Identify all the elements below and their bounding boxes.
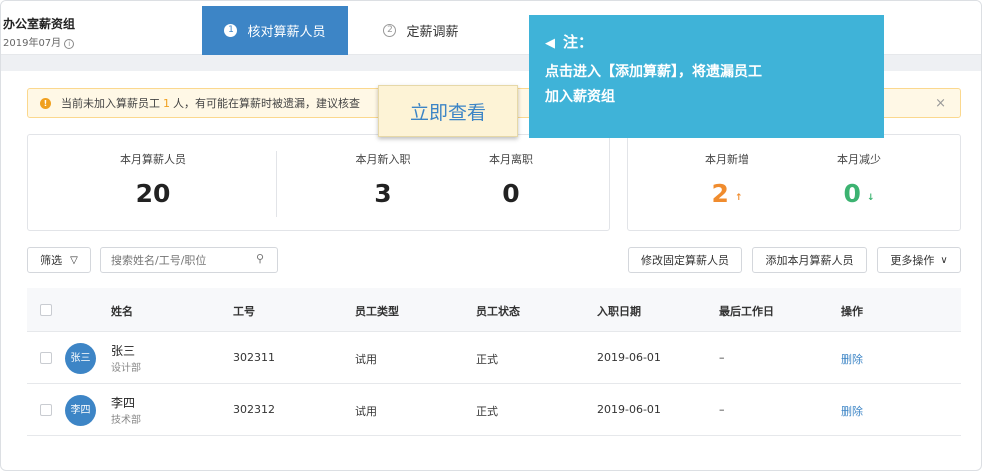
stat-leavers: 本月离职 0 — [456, 151, 566, 208]
column-header-status[interactable]: 员工状态 — [476, 303, 520, 319]
more-actions-button[interactable]: 更多操作 ∨ — [877, 247, 961, 273]
employee-id: 302312 — [233, 403, 275, 416]
stat-value: 0 — [502, 179, 520, 208]
note-title: 注： — [563, 33, 594, 51]
avatar: 张三 — [65, 343, 96, 374]
org-name: 办公室薪资组 — [3, 17, 76, 31]
delete-link[interactable]: 删除 — [841, 403, 863, 419]
alert-text-after: 人，有可能在算薪时被遗漏，建议核查 — [173, 97, 360, 110]
stat-value-increase: 2 ↑ — [672, 179, 782, 208]
column-header-type[interactable]: 员工类型 — [355, 303, 399, 319]
info-icon[interactable]: i — [64, 39, 75, 49]
stat-label: 本月算薪人员 — [120, 153, 186, 166]
stat-value: 20 — [135, 179, 171, 208]
employee-name: 张三 — [111, 344, 136, 358]
stats-card-main: 本月算薪人员 20 本月新入职 3 本月离职 0 — [27, 134, 610, 231]
step-number-2: 2 — [383, 24, 397, 37]
stat-label: 本月新增 — [705, 153, 749, 166]
hire-date: 2019-06-01 — [597, 351, 661, 364]
stat-new-hires: 本月新入职 3 — [328, 151, 438, 208]
note-body: 点击进入【添加算薪】，将遗漏员工 加入薪资组 — [545, 60, 868, 110]
column-header-last-day[interactable]: 最后工作日 — [719, 303, 774, 319]
note-line-1: 点击进入【添加算薪】，将遗漏员工 — [545, 64, 762, 80]
table-row[interactable]: 李四 李四 技术部 302312 试用 正式 2019-06-01 – 删除 — [27, 384, 961, 436]
employee-status: 正式 — [476, 405, 498, 418]
last-work-day: – — [719, 351, 725, 364]
employee-dept: 技术部 — [111, 415, 141, 426]
step-number-1: 1 — [224, 24, 238, 37]
stat-value-decrease: 0 ↓ — [804, 179, 914, 208]
search-icon[interactable]: ⚲ — [256, 252, 264, 265]
chevron-down-icon: ∨ — [940, 254, 948, 266]
search-input[interactable] — [100, 247, 278, 273]
stat-current-staff: 本月算薪人员 20 — [98, 151, 208, 208]
stat-label: 本月离职 — [489, 153, 533, 166]
employee-name: 李四 — [111, 396, 136, 410]
view-now-button[interactable]: 立即查看 — [378, 85, 518, 137]
stat-label: 本月减少 — [837, 153, 881, 166]
stat-decrease: 本月减少 0 ↓ — [804, 151, 914, 208]
triangle-left-icon: ◀ — [545, 36, 555, 51]
avatar: 李四 — [65, 395, 96, 426]
table-header: 姓名 工号 员工类型 员工状态 入职日期 最后工作日 操作 — [27, 288, 961, 332]
decrease-value: 0 — [843, 179, 861, 208]
table-row[interactable]: 张三 张三 设计部 302311 试用 正式 2019-06-01 – 删除 — [27, 332, 961, 384]
column-header-id[interactable]: 工号 — [233, 303, 255, 319]
employee-id: 302311 — [233, 351, 275, 364]
row-checkbox[interactable] — [40, 352, 52, 364]
column-header-hire-date[interactable]: 入职日期 — [597, 303, 641, 319]
org-date-text: 2019年07月 — [3, 38, 62, 49]
filter-label: 筛选 — [40, 254, 63, 267]
step-salary-adjust[interactable]: 2 定薪调薪 — [361, 6, 481, 55]
employee-dept: 设计部 — [111, 363, 141, 374]
step-label-adjust: 定薪调薪 — [406, 25, 459, 40]
note-title-line: ◀ 注： — [545, 31, 868, 52]
column-header-name[interactable]: 姓名 — [111, 303, 133, 319]
arrow-up-icon: ↑ — [734, 193, 743, 203]
column-header-action: 操作 — [841, 305, 863, 318]
app-frame: 办公室薪资组 2019年07月 i 1 核对算薪人员 2 定薪调薪 ! 当前未加入… — [0, 0, 982, 471]
alert-count: 1 — [163, 96, 170, 110]
modify-fixed-staff-button[interactable]: 修改固定算薪人员 — [628, 247, 742, 273]
step-verify-staff[interactable]: 1 核对算薪人员 — [202, 6, 348, 55]
note-line-2: 加入薪资组 — [545, 89, 615, 105]
add-month-staff-button[interactable]: 添加本月算薪人员 — [752, 247, 867, 273]
select-all-checkbox[interactable] — [40, 304, 52, 316]
arrow-down-icon: ↓ — [866, 193, 875, 203]
tutorial-note: ◀ 注： 点击进入【添加算薪】，将遗漏员工 加入薪资组 — [529, 15, 884, 138]
row-checkbox[interactable] — [40, 404, 52, 416]
alert-text-before: 当前未加入算薪员工 — [61, 97, 160, 110]
employee-status: 正式 — [476, 353, 498, 366]
delete-link[interactable]: 删除 — [841, 351, 863, 367]
step-label-verify: 核对算薪人员 — [247, 25, 326, 40]
warning-icon: ! — [40, 97, 51, 109]
filter-button[interactable]: 筛选 ▽ — [27, 247, 91, 273]
stats-card-change: 本月新增 2 ↑ 本月减少 0 ↓ — [627, 134, 961, 231]
last-work-day: – — [719, 403, 725, 416]
stat-increase: 本月新增 2 ↑ — [672, 151, 782, 208]
stat-value: 3 — [374, 179, 392, 208]
divider — [276, 151, 277, 217]
more-actions-label: 更多操作 — [890, 254, 935, 267]
org-date: 2019年07月 i — [3, 34, 75, 49]
close-icon[interactable]: × — [935, 96, 946, 111]
funnel-icon: ▽ — [70, 254, 78, 266]
employee-type: 试用 — [355, 353, 377, 366]
employee-type: 试用 — [355, 405, 377, 418]
hire-date: 2019-06-01 — [597, 403, 661, 416]
increase-value: 2 — [711, 179, 729, 208]
stat-label: 本月新入职 — [355, 153, 411, 166]
